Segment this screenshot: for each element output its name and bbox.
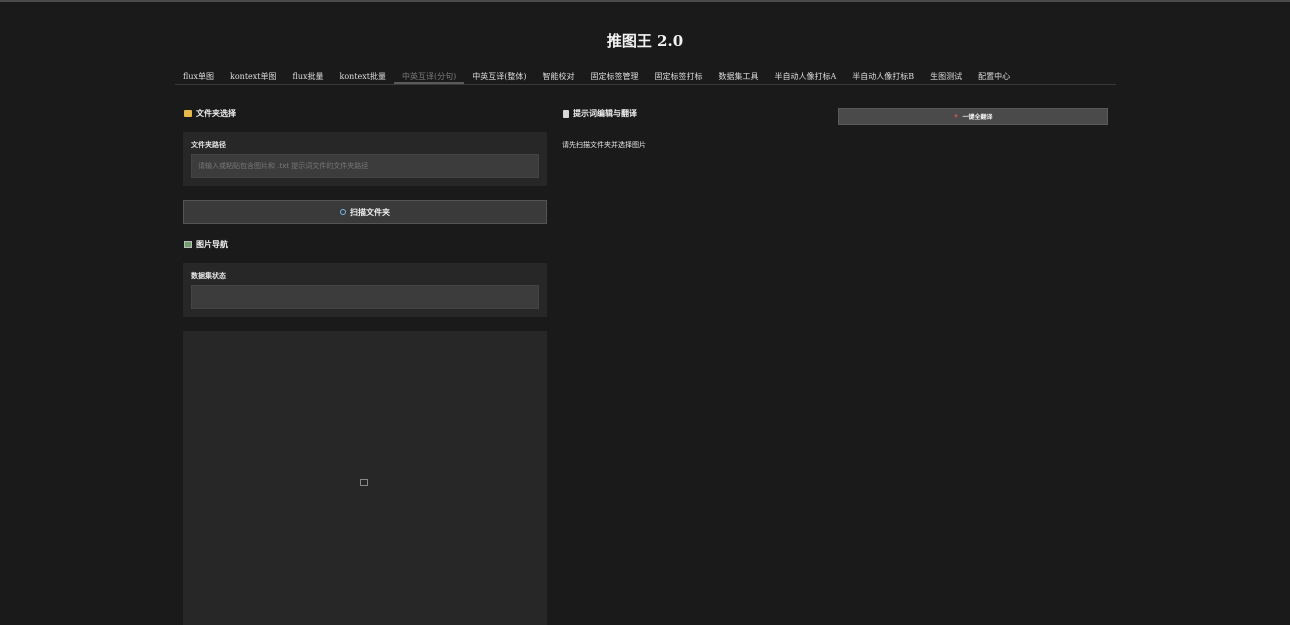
scan-folder-button-label: 扫描文件夹	[350, 207, 390, 217]
tab-9[interactable]: 数据集工具	[711, 69, 767, 84]
tab-3[interactable]: kontext批量	[332, 69, 395, 84]
image-nav-section-title: 图片导航	[184, 239, 228, 250]
image-nav-section-title-text: 图片导航	[196, 240, 228, 249]
translate-all-button-label: 一键全翻译	[962, 114, 993, 121]
tab-11[interactable]: 半自动人像打标B	[844, 69, 922, 84]
image-placeholder-icon	[360, 479, 368, 486]
folder-path-input[interactable]	[191, 154, 539, 178]
folder-section-title: 文件夹选择	[184, 108, 236, 119]
tab-2[interactable]: flux批量	[285, 69, 332, 84]
tab-0[interactable]: flux单图	[175, 69, 222, 84]
tab-7[interactable]: 固定标签管理	[583, 69, 647, 84]
tab-1[interactable]: kontext单图	[222, 69, 285, 84]
tab-4[interactable]: 中英互译(分句)	[394, 69, 465, 84]
prompt-editor-section-title: 提示词编辑与翻译	[563, 108, 637, 119]
dataset-status-display	[191, 285, 539, 309]
magnifier-icon	[340, 209, 346, 215]
tab-8[interactable]: 固定标签打标	[647, 69, 711, 84]
folder-icon	[184, 110, 192, 117]
image-preview-area[interactable]	[183, 331, 547, 625]
folder-section-title-text: 文件夹选择	[196, 109, 236, 118]
tab-10[interactable]: 半自动人像打标A	[767, 69, 845, 84]
translate-all-button[interactable]: ✈ 一键全翻译	[838, 108, 1108, 125]
folder-path-panel: 文件夹路径	[183, 132, 547, 186]
scan-folder-button[interactable]: 扫描文件夹	[183, 200, 547, 224]
dataset-status-panel: 数据集状态	[183, 263, 547, 317]
select-image-hint: 请先扫描文件夹并选择图片	[562, 141, 646, 149]
dataset-status-label: 数据集状态	[191, 272, 226, 280]
prompt-editor-section-title-text: 提示词编辑与翻译	[573, 109, 637, 118]
tab-6[interactable]: 智能校对	[535, 69, 583, 84]
tab-5[interactable]: 中英互译(整体)	[464, 69, 534, 84]
rocket-icon: ✈	[953, 113, 959, 120]
folder-path-label: 文件夹路径	[191, 141, 226, 149]
document-icon	[563, 109, 569, 118]
tab-bar: flux单图 kontext单图 flux批量 kontext批量 中英互译(分句) 中英…	[175, 67, 1116, 85]
tab-13[interactable]: 配置中心	[970, 69, 1018, 84]
window-top-bar	[0, 0, 1290, 2]
image-icon	[184, 241, 192, 248]
app-title: 推图王 2.0	[606, 32, 684, 50]
tab-12[interactable]: 生图测试	[922, 69, 970, 84]
